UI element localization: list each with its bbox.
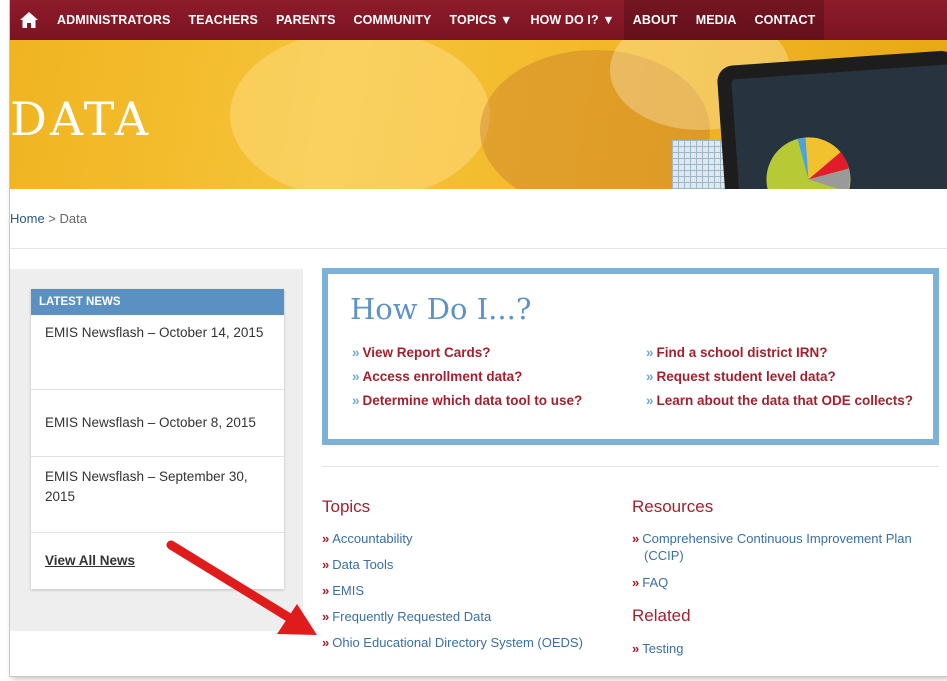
related-link-testing[interactable]: » Testing xyxy=(632,640,683,657)
home-button[interactable] xyxy=(10,0,48,40)
news-item[interactable]: EMIS Newsflash – October 14, 2015 xyxy=(31,315,284,390)
topic-link-accountability[interactable]: » Accountability xyxy=(322,530,412,547)
nav-parents[interactable]: PARENTS xyxy=(267,0,345,40)
howdo-link-irn[interactable]: » Find a school district IRN? xyxy=(646,344,828,361)
nav-media[interactable]: MEDIA xyxy=(686,0,746,40)
howdo-link-enrollment[interactable]: » Access enrollment data? xyxy=(352,368,522,385)
top-navigation: ADMINISTRATORS TEACHERS PARENTS COMMUNIT… xyxy=(10,0,947,40)
howdo-link-student-data[interactable]: » Request student level data? xyxy=(646,368,836,385)
topic-link-data-tools[interactable]: » Data Tools xyxy=(322,556,393,573)
divider xyxy=(322,466,939,467)
news-item[interactable]: EMIS Newsflash – October 8, 2015 xyxy=(31,390,284,457)
tablet-screen xyxy=(731,64,947,189)
topics-heading: Topics xyxy=(322,497,371,516)
nav-teachers[interactable]: TEACHERS xyxy=(179,0,267,40)
news-item[interactable]: EMIS Newsflash – September 30, 2015 xyxy=(31,457,284,533)
nav-administrators[interactable]: ADMINISTRATORS xyxy=(48,0,179,40)
howdo-link-data-tool[interactable]: » Determine which data tool to use? xyxy=(352,392,582,409)
red-arrow-annotation xyxy=(166,540,317,635)
chevron-icon: » xyxy=(352,345,360,360)
chevron-icon: » xyxy=(352,369,360,384)
pie-chart-icon xyxy=(766,137,851,189)
how-do-i-box: How Do I...? » View Report Cards? » Access… xyxy=(322,268,939,445)
home-icon xyxy=(20,12,38,28)
topic-link-frequently-requested[interactable]: » Frequently Requested Data xyxy=(322,608,491,625)
chevron-icon: » xyxy=(632,531,640,546)
resources-heading: Resources xyxy=(632,497,714,516)
chevron-icon: » xyxy=(646,369,654,384)
chevron-icon: » xyxy=(632,641,640,656)
how-do-i-title: How Do I...? xyxy=(350,292,532,326)
hero-banner: DATA xyxy=(10,40,947,189)
nav-community[interactable]: COMMUNITY xyxy=(345,0,441,40)
nav-topics-dropdown[interactable]: TOPICS ▼ xyxy=(441,0,522,40)
howdo-link-report-cards[interactable]: » View Report Cards? xyxy=(352,344,491,361)
chevron-icon: » xyxy=(646,345,654,360)
nav-how-do-i-dropdown[interactable]: HOW DO I? ▼ xyxy=(521,0,623,40)
howdo-link-ode-data[interactable]: » Learn about the data that ODE collects? xyxy=(646,392,927,409)
topic-link-oeds[interactable]: » Ohio Educational Directory System (OEDS… xyxy=(322,634,583,651)
breadcrumb-current: Data xyxy=(59,211,87,226)
chevron-icon: » xyxy=(632,575,640,590)
divider xyxy=(10,248,947,249)
hero-photo-highlight xyxy=(230,40,490,189)
breadcrumb-home-link[interactable]: Home xyxy=(10,211,45,226)
related-heading: Related xyxy=(632,606,691,625)
chevron-icon: » xyxy=(646,393,654,408)
breadcrumb: Home > Data xyxy=(10,211,87,226)
chevron-icon: » xyxy=(352,393,360,408)
tablet-image xyxy=(716,49,947,189)
resource-link-ccip[interactable]: » Comprehensive Continuous Improvement Pl… xyxy=(632,530,944,564)
nav-about[interactable]: ABOUT xyxy=(623,0,687,40)
resource-link-faq[interactable]: » FAQ xyxy=(632,574,668,591)
browser-page: ADMINISTRATORS TEACHERS PARENTS COMMUNIT… xyxy=(10,0,947,676)
breadcrumb-separator: > xyxy=(44,211,60,226)
topic-link-emis[interactable]: » EMIS xyxy=(322,582,364,599)
page-title: DATA xyxy=(10,92,151,146)
latest-news-heading: LATEST NEWS xyxy=(31,289,284,315)
nav-contact[interactable]: CONTACT xyxy=(745,0,825,40)
